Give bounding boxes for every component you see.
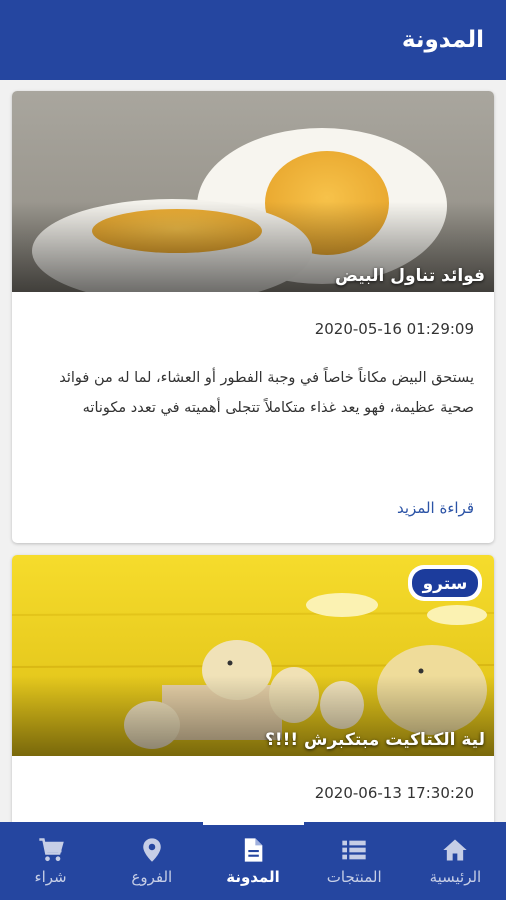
boiled-egg-photo [12, 91, 494, 292]
blog-list[interactable]: فوائد تناول البيض 2020-05-16 01:29:09 يس… [0, 80, 506, 822]
nav-label: المنتجات [326, 868, 382, 886]
document-icon [244, 838, 263, 862]
nav-label: الفروع [131, 868, 173, 886]
nav-item-blog[interactable]: المدونة [202, 822, 303, 900]
nav-item-branches[interactable]: الفروع [101, 822, 202, 900]
nav-item-buy[interactable]: شراء [0, 822, 101, 900]
blog-post-card[interactable]: سترو لية الكتاكيت مبتكبرش !!!؟ 2020-06-1… [12, 555, 494, 822]
bottom-nav: الرئيسية المنتجات المدونة الفروع شراء [0, 822, 506, 900]
post-date: 2020-05-16 01:29:09 [314, 320, 474, 338]
page-title: المدونة [401, 27, 484, 53]
nav-label: شراء [34, 868, 67, 886]
home-icon [443, 839, 468, 861]
post-excerpt: يستحق البيض مكاناً خاصاً في وجبة الفطور … [59, 370, 474, 416]
nav-label: الرئيسية [429, 868, 482, 886]
post-title: لية الكتاكيت مبتكبرش !!!؟ [264, 730, 485, 750]
post-date: 2020-06-13 17:30:20 [314, 784, 474, 802]
nav-label: المدونة [226, 868, 280, 886]
blog-post-card[interactable]: فوائد تناول البيض 2020-05-16 01:29:09 يس… [12, 91, 494, 543]
post-image-chicks[interactable]: سترو لية الكتاكيت مبتكبرش !!!؟ [12, 555, 494, 756]
location-pin-icon [143, 838, 161, 862]
nav-item-products[interactable]: المنتجات [304, 822, 405, 900]
active-tab-indicator [203, 822, 304, 825]
nav-item-home[interactable]: الرئيسية [405, 822, 506, 900]
read-more-link[interactable]: قراءة المزيد [397, 499, 474, 517]
cart-icon [38, 838, 64, 862]
post-title: فوائد تناول البيض [335, 266, 485, 286]
list-icon [342, 840, 366, 860]
svg-text:سترو: سترو [422, 574, 468, 594]
post-image-boiled-eggs[interactable]: فوائد تناول البيض [12, 91, 494, 292]
stro-logo: سترو [408, 565, 482, 601]
app-bar: المدونة [0, 0, 506, 80]
